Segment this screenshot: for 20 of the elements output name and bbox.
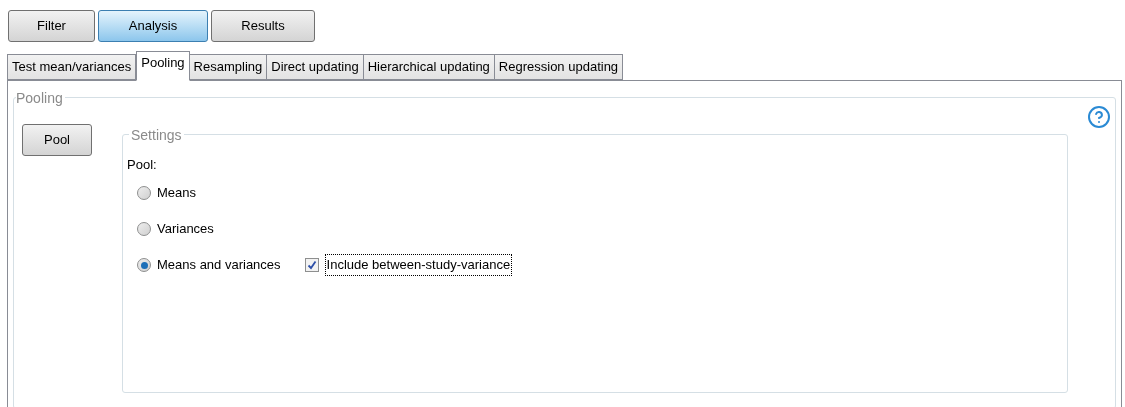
radio-button[interactable] bbox=[137, 222, 151, 236]
tab[interactable]: Pooling bbox=[136, 51, 190, 81]
help-icon[interactable] bbox=[1087, 105, 1111, 129]
tab[interactable]: Regression updating bbox=[493, 54, 624, 80]
tab[interactable]: Direct updating bbox=[266, 54, 364, 80]
pool-label: Pool: bbox=[127, 156, 158, 174]
tab[interactable]: Test mean/variances bbox=[7, 54, 137, 80]
mode-button[interactable]: Analysis bbox=[98, 10, 208, 42]
radio-button[interactable] bbox=[137, 186, 151, 200]
mode-button[interactable]: Results bbox=[211, 10, 315, 42]
checkbox[interactable] bbox=[304, 258, 319, 272]
tab[interactable]: Resampling bbox=[188, 54, 268, 80]
pool-button[interactable]: Pool bbox=[22, 124, 92, 156]
checkbox-label: Include between-study-variance bbox=[324, 254, 513, 276]
radio-label: Variances bbox=[157, 220, 214, 239]
tab[interactable]: Hierarchical updating bbox=[362, 54, 495, 80]
radio-button[interactable] bbox=[137, 258, 151, 272]
radio-label: Means bbox=[157, 184, 197, 203]
mode-button[interactable]: Filter bbox=[8, 10, 95, 42]
radio-label: Means and variances bbox=[157, 256, 281, 275]
